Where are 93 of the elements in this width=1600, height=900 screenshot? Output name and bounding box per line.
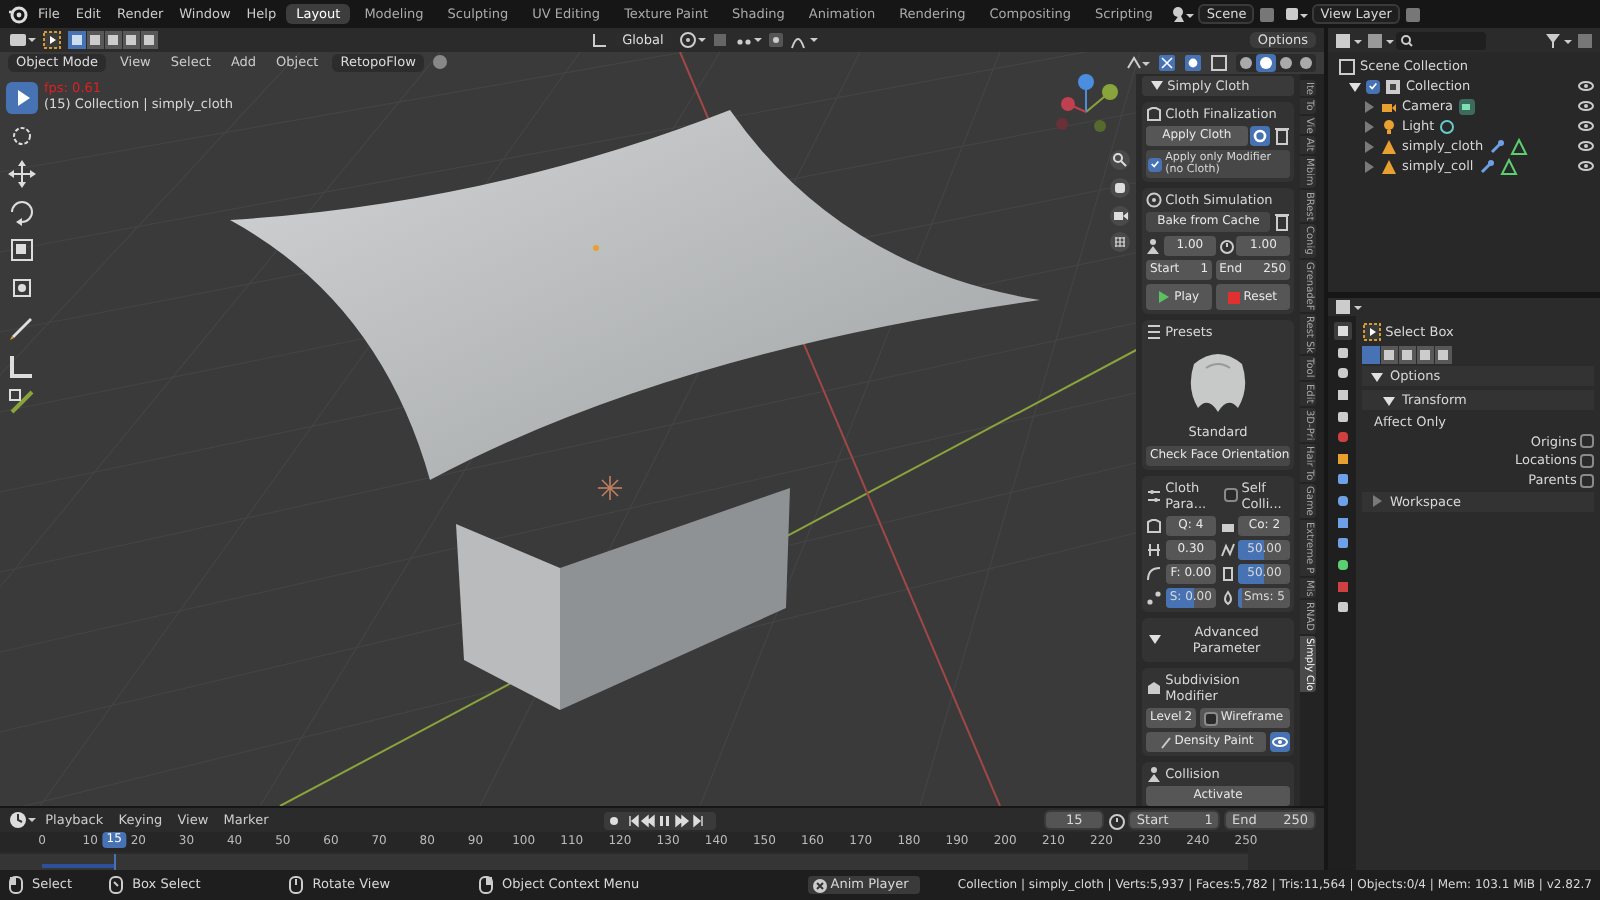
collection-icon [1338, 57, 1356, 75]
object-types-icon[interactable] [1126, 53, 1150, 72]
stopwatch-icon[interactable] [1107, 811, 1126, 829]
collapse-arrow-icon[interactable] [1370, 369, 1384, 384]
rotate-icon[interactable] [6, 195, 38, 228]
view-layer-icon[interactable] [1284, 4, 1309, 24]
orientation-icon[interactable] [592, 32, 609, 48]
checkbox[interactable] [1148, 157, 1162, 172]
stop-icon [1228, 291, 1241, 304]
select-box-tool-icon[interactable] [1362, 322, 1382, 342]
scale-icon[interactable] [6, 233, 38, 266]
collection-icon [1384, 77, 1402, 95]
select-tool-icon[interactable] [6, 81, 38, 114]
selection-mode-icons[interactable] [68, 30, 160, 50]
gizmo-toggle-icon[interactable] [1158, 53, 1176, 72]
mouse-icon [108, 876, 125, 894]
expand-arrow-icon[interactable] [1362, 119, 1376, 133]
move-icon[interactable] [6, 157, 38, 190]
help-icon[interactable] [431, 54, 448, 71]
collapse-arrow-icon[interactable] [1148, 632, 1162, 647]
checkbox[interactable] [1580, 434, 1594, 449]
shading-modes-icon[interactable] [1236, 53, 1316, 72]
new-scene-icon[interactable] [1258, 5, 1277, 23]
expand-arrow-icon[interactable] [1362, 159, 1376, 173]
checkbox[interactable] [1366, 79, 1380, 93]
trash-icon[interactable] [1274, 126, 1290, 147]
gear-icon[interactable] [1250, 126, 1271, 147]
light-bulb-icon [1380, 117, 1398, 135]
collapse-arrow-icon[interactable] [1382, 393, 1396, 408]
editor-type-icon[interactable] [8, 30, 36, 50]
new-view-layer-icon[interactable] [1403, 5, 1422, 23]
pivot-icon[interactable] [677, 30, 706, 50]
snap-icon[interactable] [711, 32, 728, 48]
search-field[interactable] [1396, 31, 1487, 49]
xray-icon[interactable] [1210, 53, 1228, 72]
camera-data-icon [1457, 97, 1476, 115]
filter-icon[interactable] [1544, 31, 1573, 49]
film-reel-icon [1146, 192, 1162, 209]
selection-mode-icons[interactable] [1362, 345, 1454, 364]
overlay-toggle-icon[interactable] [1184, 53, 1202, 72]
curve-icon [1146, 565, 1162, 582]
trash-icon[interactable] [1274, 212, 1290, 233]
building-icon [1146, 680, 1162, 697]
editor-type-icon[interactable] [1334, 298, 1362, 316]
zigzag-icon [1219, 541, 1236, 558]
zoom-icon[interactable] [1110, 150, 1130, 170]
playhead-line [114, 854, 117, 870]
list-icon [1146, 324, 1162, 341]
eye-icon[interactable] [1578, 138, 1594, 154]
checkbox[interactable] [1580, 473, 1594, 488]
dots-icon [1146, 589, 1162, 606]
figure-icon [1146, 766, 1162, 783]
brush-icon [1159, 735, 1172, 750]
drop-icon [1219, 589, 1236, 606]
checkbox[interactable] [1224, 488, 1239, 503]
collapse-arrow-icon[interactable] [1150, 78, 1164, 93]
checkbox[interactable] [1203, 711, 1218, 726]
expand-arrow-icon[interactable] [1370, 494, 1384, 509]
collapse-arrow-icon[interactable] [1348, 79, 1362, 93]
checkbox[interactable] [1580, 453, 1594, 468]
light-data-icon [1438, 117, 1457, 135]
proportional-edit-icon[interactable] [767, 32, 784, 48]
sliders-icon [1146, 487, 1162, 504]
shirt-icon [1146, 106, 1162, 123]
camera-icon[interactable] [1110, 206, 1130, 226]
eye-icon[interactable] [1578, 118, 1594, 134]
play-icon [1158, 290, 1171, 305]
shirt-icon [1146, 517, 1162, 534]
mouse-icon [288, 876, 305, 894]
person-icon [1146, 238, 1160, 255]
expand-arrow-icon[interactable] [1362, 99, 1376, 113]
playback-controls-icon[interactable] [603, 811, 716, 829]
stopwatch-icon [1219, 238, 1234, 255]
eye-icon[interactable] [1578, 158, 1594, 174]
mouse-icon [8, 876, 24, 894]
select-box-tool-icon[interactable] [42, 30, 62, 50]
cancel-icon[interactable] [811, 877, 828, 893]
light-icon [597, 475, 623, 501]
expand-arrow-icon[interactable] [1362, 139, 1376, 153]
mouse-icon [478, 876, 495, 894]
eye-icon[interactable] [1578, 78, 1594, 94]
new-collection-icon[interactable] [1576, 31, 1594, 49]
eye-icon[interactable] [1578, 98, 1594, 114]
editor-type-icon[interactable] [1334, 31, 1362, 49]
display-mode-icon[interactable] [1365, 31, 1394, 49]
clock-icon[interactable] [8, 810, 36, 830]
app-logo-icon[interactable] [8, 4, 28, 24]
eye-icon[interactable] [1270, 732, 1290, 753]
object-origin-icon [593, 245, 599, 251]
hand-icon[interactable] [1110, 178, 1130, 198]
axis-gizmo-icon[interactable] [1056, 74, 1118, 132]
cube-add-icon[interactable] [6, 385, 38, 418]
page-icon [1219, 565, 1236, 582]
